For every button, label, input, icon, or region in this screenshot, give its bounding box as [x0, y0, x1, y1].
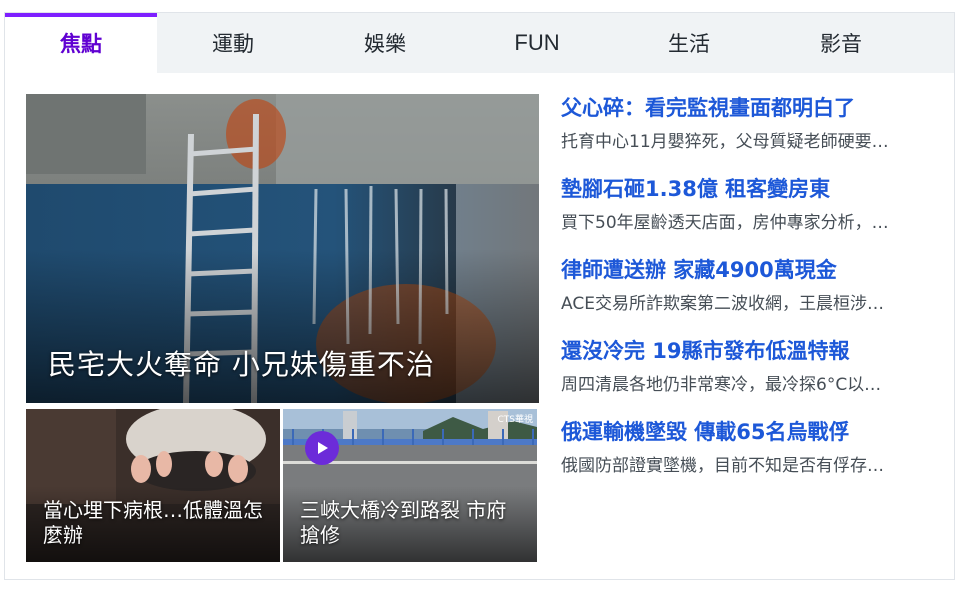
story-summary: ACE交易所詐欺案第二波收網，王晨桓涉… — [561, 294, 884, 314]
tab-bar: 焦點 運動 娛樂 FUN 生活 影音 — [5, 13, 954, 73]
hero-caption[interactable]: 民宅大火奪命 小兄妹傷重不治 — [48, 343, 435, 383]
story-list: 父心碎：看完監視畫面都明白了 托育中心11月嬰猝死，父母質疑老師硬要… 墊腳石砸… — [561, 93, 941, 498]
tab-video[interactable]: 影音 — [765, 13, 917, 73]
story-summary: 俄國防部證實墜機，目前不知是否有俘存… — [561, 456, 884, 476]
tab-entertainment[interactable]: 娛樂 — [309, 13, 461, 73]
story-summary: 周四清晨各地仍非常寒冷，最冷探6°C以… — [561, 375, 882, 395]
story-summary: 買下50年屋齡透天店面，房仲專家分析，… — [561, 213, 889, 233]
tab-fun[interactable]: FUN — [461, 13, 613, 73]
list-item: 律師遭送辦 家藏4900萬現金 ACE交易所詐欺案第二波收網，王晨桓涉… — [561, 255, 941, 336]
story-title[interactable]: 墊腳石砸1.38億 租客變房東 — [561, 174, 941, 204]
list-item: 父心碎：看完監視畫面都明白了 托育中心11月嬰猝死，父母質疑老師硬要… — [561, 93, 941, 174]
story-title[interactable]: 父心碎：看完監視畫面都明白了 — [561, 93, 941, 123]
list-item: 墊腳石砸1.38億 租客變房東 買下50年屋齡透天店面，房仲專家分析，… — [561, 174, 941, 255]
tab-focus[interactable]: 焦點 — [5, 13, 157, 73]
story-summary: 托育中心11月嬰猝死，父母質疑老師硬要… — [561, 132, 889, 152]
list-item: 還沒冷完 19縣市發布低溫特報 周四清晨各地仍非常寒冷，最冷探6°C以… — [561, 336, 941, 417]
story-title[interactable]: 俄運輸機墜毀 傳載65名烏戰俘 — [561, 417, 941, 447]
news-panel: 焦點 運動 娛樂 FUN 生活 影音 民宅大火奪命 小兄妹傷重不治 當心埋下病根… — [4, 12, 955, 580]
story-title[interactable]: 還沒冷完 19縣市發布低溫特報 — [561, 336, 941, 366]
play-icon[interactable] — [305, 431, 339, 465]
tab-life[interactable]: 生活 — [613, 13, 765, 73]
story-title[interactable]: 律師遭送辦 家藏4900萬現金 — [561, 255, 941, 285]
list-item: 俄運輸機墜毀 傳載65名烏戰俘 俄國防部證實墜機，目前不知是否有俘存… — [561, 417, 941, 498]
card-caption[interactable]: 三峽大橋冷到路裂 市府搶修 — [300, 498, 522, 548]
card-caption[interactable]: 當心埋下病根…低體溫怎麼辦 — [43, 498, 265, 548]
channel-logo: CTS華視 — [497, 415, 534, 425]
hero-story[interactable]: 民宅大火奪命 小兄妹傷重不治 — [26, 94, 539, 403]
tab-sports[interactable]: 運動 — [157, 13, 309, 73]
story-card-cold[interactable]: 當心埋下病根…低體溫怎麼辦 — [26, 409, 280, 562]
story-card-bridge[interactable]: CTS華視 三峽大橋冷到路裂 市府搶修 — [283, 409, 537, 562]
